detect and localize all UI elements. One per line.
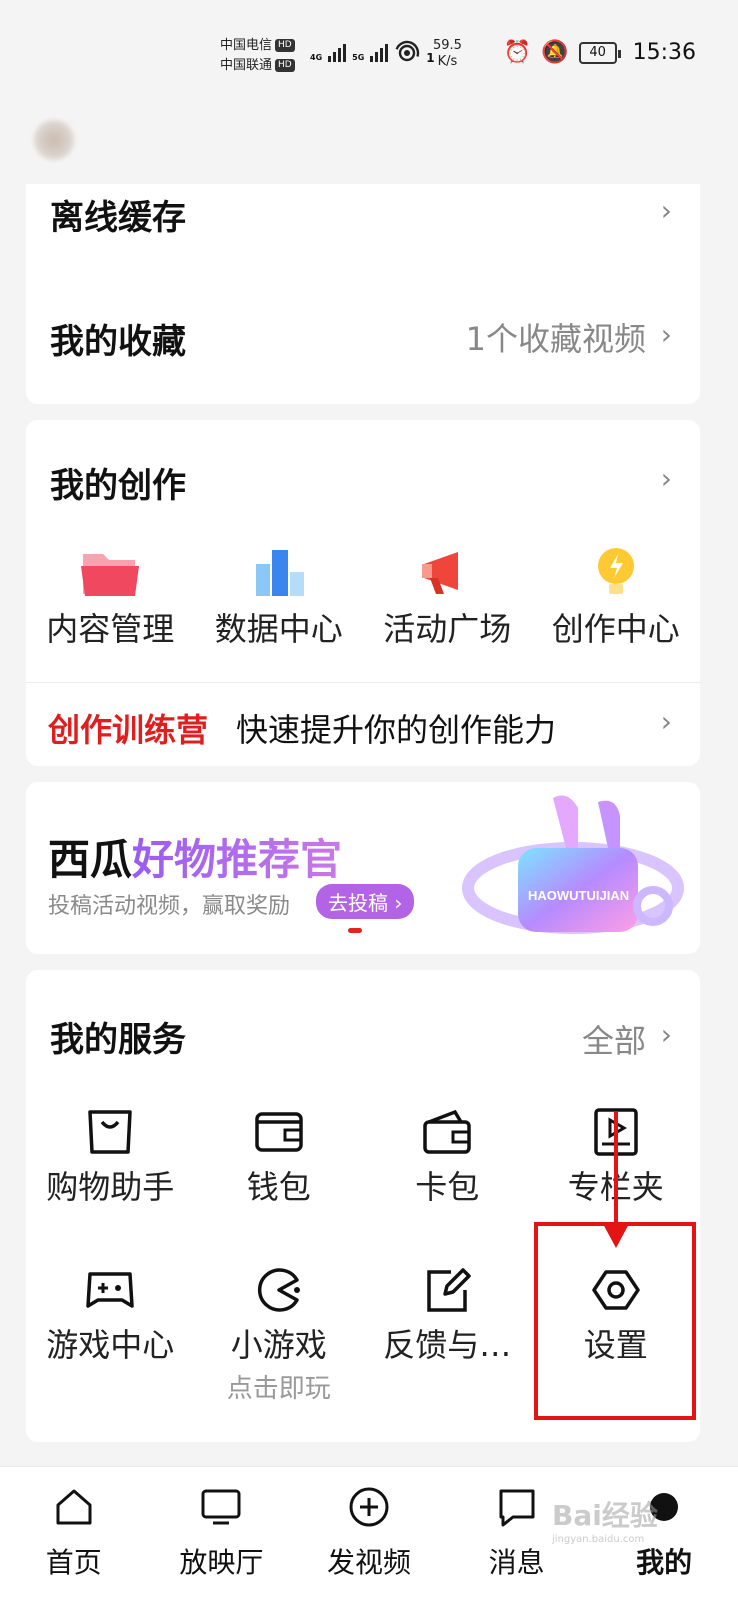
network-type-1: 4G: [310, 53, 323, 62]
chart-icon: [255, 550, 304, 596]
training-camp-text: 快速提升你的创作能力: [236, 711, 557, 749]
tool-label: 创作中心: [551, 610, 680, 648]
service-card-wallet[interactable]: 卡包: [363, 1106, 532, 1208]
folder-icon: [81, 554, 140, 596]
promo-banner[interactable]: 西瓜好物推荐官 投稿活动视频，赢取奖励 去投稿 › HAOWUTUIJIAN: [26, 782, 700, 954]
nav-post-video[interactable]: 发视频: [295, 1467, 443, 1600]
nav-home[interactable]: 首页: [0, 1467, 148, 1600]
nav-cinema[interactable]: 放映厅: [148, 1467, 296, 1600]
service-sublabel: 点击即玩: [226, 1374, 331, 1404]
submit-button[interactable]: 去投稿 ›: [316, 884, 415, 919]
banner-subtitle: 投稿活动视频，赢取奖励: [48, 894, 291, 919]
watermark-logo: Bai经验 jingyan.baidu.com: [552, 1494, 658, 1545]
nav-label: 消息: [488, 1546, 545, 1579]
alarm-icon: ⏰: [503, 40, 532, 65]
offline-cache-label: 离线缓存: [50, 198, 186, 238]
system-icons: ⏰ 🔕 40 15:36: [504, 40, 696, 65]
hd-badge: HD: [275, 59, 295, 72]
plus-circle-icon: [349, 1487, 389, 1527]
status-bar: 中国电信 HD 中国联通 HD 4G 5G 1 59.5 K/s ⏰ 🔕 40 15…: [0, 0, 738, 110]
tv-icon: [201, 1489, 241, 1525]
services-row-1: 购物助手 钱包 卡包 专栏夹: [26, 1106, 700, 1208]
service-game-center[interactable]: 游戏中心: [26, 1264, 195, 1405]
cache-favorites-card: 离线缓存 › 我的收藏 1个收藏视频 ›: [26, 184, 700, 404]
bulb-icon: [597, 548, 634, 594]
signal-indicators: 4G 5G 1: [310, 40, 435, 64]
card-wallet-icon: [423, 1109, 471, 1154]
banner-image-text: HAOWUTUIJIAN: [528, 888, 629, 903]
tool-creator-center[interactable]: 创作中心: [532, 546, 701, 650]
wallet-icon: [255, 1112, 303, 1152]
signal-bars-icon: [370, 42, 389, 62]
watermark-sub: jingyan.baidu.com: [552, 1534, 645, 1545]
hd-badge: HD: [275, 39, 295, 52]
chevron-right-icon: ›: [660, 318, 672, 351]
service-label: 购物助手: [46, 1168, 175, 1206]
home-icon: [56, 1489, 92, 1525]
avatar[interactable]: [34, 120, 74, 160]
annotation-highlight-box: [534, 1222, 696, 1420]
gamepad-icon: [86, 1272, 134, 1308]
banner-title: 西瓜好物推荐官: [48, 826, 342, 887]
service-label: 小游戏: [230, 1326, 327, 1364]
favorites-count: 1个收藏视频: [465, 320, 646, 358]
creation-tools: 内容管理 数据中心 活动广场 创作中心: [26, 546, 700, 650]
mute-bell-icon: 🔕: [541, 40, 569, 65]
nav-label: 我的: [636, 1546, 693, 1579]
service-label: 反馈与…: [383, 1326, 512, 1364]
tool-data-center[interactable]: 数据中心: [195, 546, 364, 650]
battery-icon: 40: [578, 41, 621, 64]
tool-label: 活动广场: [383, 610, 512, 648]
signal-bars-icon: [328, 42, 347, 62]
network-type-2: 5G: [352, 53, 365, 62]
earbuds-case-image: HAOWUTUIJIAN: [462, 795, 684, 934]
chevron-right-icon: ›: [660, 194, 672, 227]
favorites-label: 我的收藏: [50, 322, 186, 362]
message-icon: [499, 1489, 535, 1527]
wifi-icon: [395, 40, 420, 62]
speed-unit: K/s: [437, 54, 458, 69]
edit-icon: [427, 1268, 471, 1312]
carousel-indicator: [348, 928, 362, 933]
tool-content-management[interactable]: 内容管理: [26, 546, 195, 650]
megaphone-icon: [422, 552, 459, 594]
speed-value: 59.5: [433, 38, 462, 53]
chevron-right-icon: ›: [660, 705, 672, 738]
carrier-1: 中国电信: [220, 38, 273, 53]
pacman-icon: [257, 1268, 300, 1312]
shopping-bag-icon: [88, 1110, 132, 1154]
nav-label: 首页: [45, 1546, 102, 1579]
services-title: 我的服务: [50, 1020, 186, 1060]
service-shopping-assistant[interactable]: 购物助手: [26, 1106, 195, 1208]
services-all-label: 全部: [581, 1022, 646, 1060]
nav-label: 放映厅: [179, 1546, 264, 1579]
service-wallet[interactable]: 钱包: [195, 1106, 364, 1208]
clock: 15:36: [632, 40, 696, 65]
network-speed: 59.5 K/s: [433, 38, 462, 70]
nav-label: 发视频: [326, 1546, 411, 1579]
carrier-2: 中国联通: [220, 58, 273, 73]
service-feedback[interactable]: 反馈与…: [363, 1264, 532, 1405]
service-label: 游戏中心: [46, 1326, 175, 1364]
training-camp-label: 创作训练营: [48, 711, 209, 749]
creation-title: 我的创作: [50, 466, 186, 506]
tool-activity-plaza[interactable]: 活动广场: [363, 546, 532, 650]
chevron-right-icon: ›: [660, 1018, 672, 1051]
creation-card: 我的创作 › 内容管理 数据中心 活动广场 创作中心 创作训练营 快速提升你的创…: [26, 420, 700, 766]
service-mini-games[interactable]: 小游戏 点击即玩: [195, 1264, 364, 1405]
service-label: 钱包: [246, 1168, 311, 1206]
chevron-right-icon: ›: [660, 462, 672, 495]
service-label: 卡包: [415, 1168, 480, 1206]
tool-label: 内容管理: [46, 610, 175, 648]
submit-button-label: 去投稿: [328, 891, 388, 915]
carrier-info: 中国电信 HD 中国联通 HD: [220, 36, 295, 76]
banner-title-purple: 好物推荐官: [132, 835, 343, 884]
banner-title-black: 西瓜: [48, 835, 133, 884]
annotation-arrow-line: [614, 1112, 618, 1230]
training-camp-row[interactable]: 创作训练营 快速提升你的创作能力 ›: [26, 682, 700, 766]
watermark-main: Bai经验: [552, 1499, 658, 1532]
tool-label: 数据中心: [214, 610, 343, 648]
